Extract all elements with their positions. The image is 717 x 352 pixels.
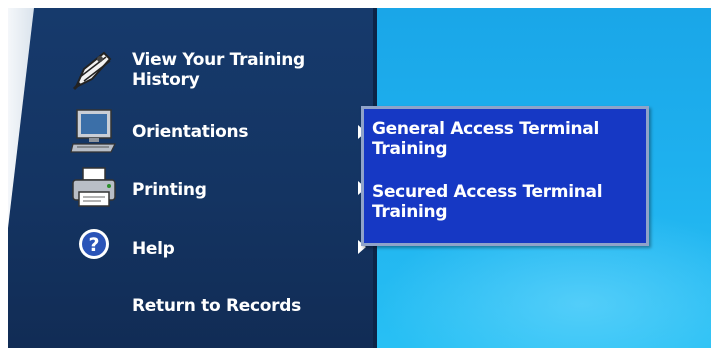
printer-icon — [68, 164, 120, 212]
menu-item-help[interactable]: ? Help — [68, 220, 368, 270]
submenu-item-secured-access[interactable]: Secured Access Terminal Training — [372, 182, 642, 222]
help-icon: ? — [68, 220, 120, 268]
menu-item-return-to-records[interactable]: Return to Records — [68, 290, 368, 320]
submenu-item-general-access[interactable]: General Access Terminal Training — [372, 119, 642, 159]
computer-icon — [68, 108, 120, 156]
desktop-background: View Your Training History Orientations — [8, 8, 711, 348]
menu-item-printing[interactable]: Printing — [68, 164, 368, 214]
menu-item-label: Orientations — [132, 122, 249, 142]
menu-item-label: Help — [132, 239, 175, 259]
menu-item-label: View Your Training History — [132, 50, 305, 90]
menu-item-orientations[interactable]: Orientations — [68, 106, 368, 158]
menu-item-label: Return to Records — [132, 296, 301, 316]
svg-text:?: ? — [88, 234, 99, 256]
menu-item-training-history[interactable]: View Your Training History — [68, 42, 368, 98]
orientations-submenu: General Access Terminal Training Secured… — [361, 106, 649, 246]
menu-item-label: Printing — [132, 180, 207, 200]
quill-pen-icon — [68, 46, 120, 94]
